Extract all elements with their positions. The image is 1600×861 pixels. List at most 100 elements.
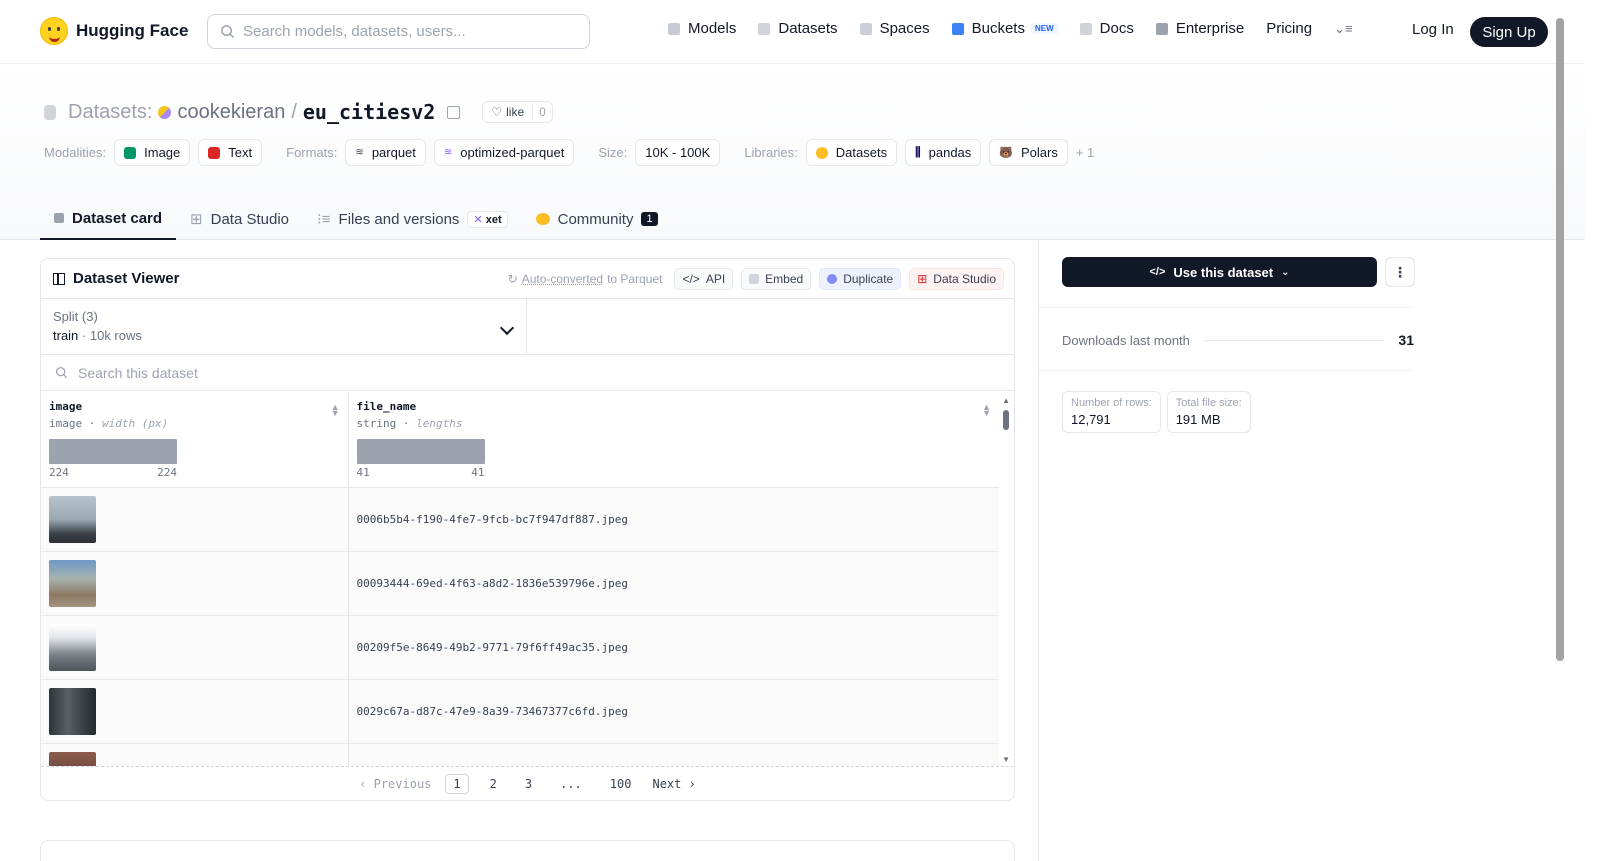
- scroll-down-arrow-icon[interactable]: ▼: [1002, 755, 1010, 764]
- more-menu-icon[interactable]: ⌄≡: [1334, 21, 1352, 37]
- nav-spaces[interactable]: Spaces: [859, 20, 930, 37]
- login-link[interactable]: Log In: [1412, 21, 1454, 38]
- table-row[interactable]: 00209f5e-8649-49b2-9771-79f6ff49ac35.jpe…: [41, 615, 999, 680]
- page-2-button[interactable]: 2: [483, 775, 504, 793]
- column-header-file-name[interactable]: file_name string · lengths 41 41 ▲ ▼: [347, 392, 999, 488]
- split-rows: 10k rows: [89, 328, 142, 343]
- image-thumbnail[interactable]: [49, 623, 96, 671]
- image-thumbnail[interactable]: [49, 687, 96, 735]
- column-header-image[interactable]: image image · width (px) 224 224 ▲ ▼: [41, 392, 348, 488]
- nav-buckets[interactable]: Buckets NEW: [951, 20, 1058, 37]
- format-optimized-parquet-chip[interactable]: ≋ optimized-parquet: [433, 139, 575, 166]
- modality-text-chip[interactable]: Text: [198, 139, 263, 166]
- duplicate-button[interactable]: Duplicate: [819, 268, 902, 290]
- size-chip[interactable]: 10K - 100K: [635, 139, 721, 166]
- tab-community[interactable]: Community 1: [522, 198, 672, 240]
- table-row[interactable]: 00093444-69ed-4f63-a8d2-1836e539796e.jpe…: [41, 551, 999, 616]
- file-name-cell[interactable]: 00093444-69ed-4f63-a8d2-1836e539796e.jpe…: [347, 551, 999, 616]
- format-parquet-chip[interactable]: ≋ parquet: [345, 139, 426, 166]
- new-badge: NEW: [1030, 23, 1058, 34]
- image-icon: [124, 146, 137, 159]
- nav-links: Models Datasets Spaces Buckets NEW Docs E…: [668, 20, 1353, 37]
- nav-pricing[interactable]: Pricing: [1266, 20, 1312, 37]
- tab-data-studio[interactable]: ⊞ Data Studio: [176, 198, 303, 240]
- formats-label: Formats:: [286, 145, 338, 160]
- page-1-button[interactable]: 1: [445, 773, 469, 794]
- global-search-input[interactable]: [243, 23, 573, 40]
- previous-label: Previous: [373, 776, 432, 791]
- library-pandas-chip[interactable]: ⫼ pandas: [905, 139, 982, 166]
- auto-converted-note: ↻ Auto-converted to Parquet: [508, 272, 663, 286]
- nav-enterprise-label: Enterprise: [1175, 20, 1245, 37]
- image-thumbnail[interactable]: [49, 495, 96, 543]
- enterprise-icon: [1155, 22, 1168, 35]
- image-thumbnail[interactable]: [49, 559, 96, 607]
- dataset-icon: [44, 104, 56, 120]
- histogram-bar[interactable]: [356, 439, 485, 464]
- page-scrollbar[interactable]: [1556, 18, 1564, 661]
- file-name-cell[interactable]: 00209f5e-8649-49b2-9771-79f6ff49ac35.jpe…: [347, 615, 999, 680]
- more-options-button[interactable]: ⋮: [1385, 257, 1415, 287]
- table-row[interactable]: 0029c67a-d87c-47e9-8a39-73467377c6fd.jpe…: [41, 679, 999, 744]
- data-studio-button[interactable]: ⊞ Data Studio: [909, 268, 1004, 290]
- page-100-button[interactable]: 100: [603, 775, 639, 793]
- repo-type-label: Datasets:: [68, 100, 153, 123]
- owner-link[interactable]: cookekieran: [177, 101, 285, 124]
- nav-docs[interactable]: Docs: [1079, 20, 1134, 37]
- top-nav: Hugging Face Models Datasets Spaces Buck…: [0, 0, 1585, 64]
- table-row[interactable]: 0006b5b4-f190-4fe7-9fcb-bc7f947df887.jpe…: [41, 487, 999, 552]
- split-name: train: [53, 328, 79, 343]
- next-page-button[interactable]: Next ›: [652, 777, 695, 791]
- api-button[interactable]: </> API: [674, 268, 734, 290]
- tab-dataset-card-label: Dataset card: [72, 209, 163, 227]
- tab-files-and-versions[interactable]: ⁝≡ Files and versions ✕ xet: [303, 198, 522, 240]
- histogram-max: 224: [157, 466, 177, 479]
- divider: [1039, 307, 1414, 308]
- file-size-stat: Total file size: 191 MB: [1166, 391, 1251, 433]
- modality-image-chip[interactable]: Image: [114, 139, 191, 166]
- like-count: 0: [532, 105, 552, 119]
- nav-datasets[interactable]: Datasets: [758, 20, 838, 37]
- sort-icon[interactable]: ▲ ▼: [331, 403, 340, 418]
- nav-datasets-label: Datasets: [778, 20, 838, 37]
- histogram-bar[interactable]: [49, 439, 177, 464]
- split-selector[interactable]: Split (3) train · 10k rows: [41, 299, 527, 354]
- repo-name[interactable]: eu_citiesv2: [303, 100, 435, 124]
- code-icon: </>: [682, 272, 700, 286]
- libraries-more[interactable]: + 1: [1076, 145, 1094, 160]
- dataset-viewer: Dataset Viewer ↻ Auto-converted to Parquet…: [40, 258, 1015, 801]
- embed-button[interactable]: Embed: [741, 268, 812, 290]
- scroll-up-arrow-icon[interactable]: ▲: [1002, 396, 1010, 405]
- table-row[interactable]: [41, 743, 999, 766]
- library-datasets-label: Datasets: [835, 145, 888, 160]
- next-label: Next: [652, 776, 682, 791]
- file-size-label: Total file size:: [1175, 397, 1242, 409]
- library-datasets-chip[interactable]: Datasets: [805, 139, 898, 166]
- auto-converted-link[interactable]: Auto-converted: [522, 272, 603, 286]
- use-this-dataset-button[interactable]: </> Use this dataset ⌄: [1062, 257, 1377, 287]
- image-thumbnail[interactable]: [49, 751, 96, 766]
- like-button[interactable]: ♡ like 0: [482, 101, 553, 123]
- nav-models[interactable]: Models: [668, 20, 736, 37]
- table-scrollbar[interactable]: [1003, 410, 1009, 430]
- nav-enterprise[interactable]: Enterprise: [1155, 20, 1245, 37]
- datasets-lib-icon: [815, 146, 828, 159]
- previous-page-button[interactable]: ‹ Previous: [359, 777, 431, 791]
- copy-icon[interactable]: [447, 105, 461, 119]
- tab-dataset-card[interactable]: Dataset card: [40, 198, 177, 240]
- library-polars-chip[interactable]: 🐻 Polars: [989, 139, 1068, 166]
- sort-icon[interactable]: ▲ ▼: [982, 403, 991, 418]
- file-name-cell[interactable]: 0029c67a-d87c-47e9-8a39-73467377c6fd.jpe…: [347, 679, 999, 744]
- file-name-cell[interactable]: [347, 743, 999, 766]
- dataset-search[interactable]: Search this dataset: [41, 355, 1014, 391]
- nav-pricing-label: Pricing: [1266, 20, 1313, 37]
- models-icon: [668, 22, 680, 35]
- page-3-button[interactable]: 3: [518, 775, 539, 793]
- signup-button[interactable]: Sign Up: [1470, 17, 1548, 47]
- file-name-cell[interactable]: 0006b5b4-f190-4fe7-9fcb-bc7f947df887.jpe…: [347, 487, 999, 552]
- xet-badge: ✕ xet: [467, 210, 508, 228]
- global-search[interactable]: [207, 14, 590, 49]
- downloads-value: 31: [1398, 332, 1414, 348]
- hf-logo[interactable]: Hugging Face: [40, 17, 188, 45]
- downloads-label: Downloads last month: [1062, 332, 1190, 348]
